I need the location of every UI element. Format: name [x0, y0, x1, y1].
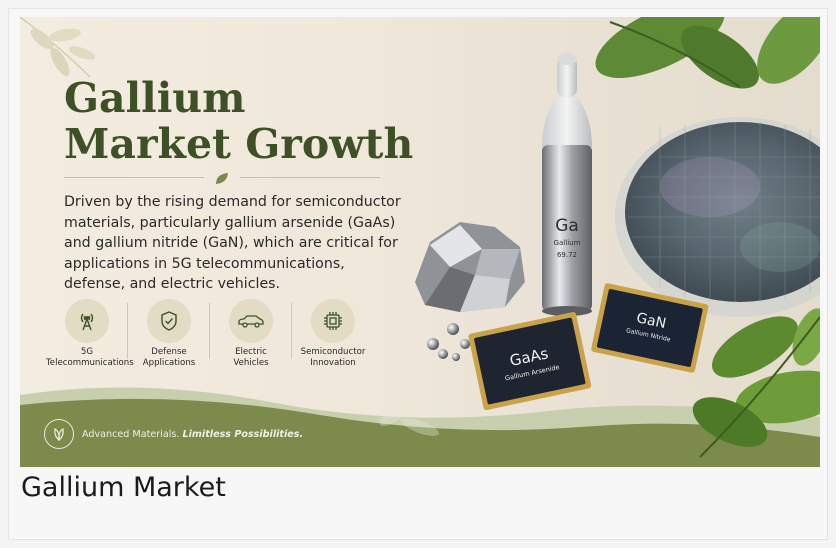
feature-defense-label: Defense Applications — [142, 347, 196, 368]
gaas-chip: GaAs Gallium Arsenide — [468, 311, 592, 411]
chip-icon — [311, 299, 355, 343]
feature-defense: Defense Applications — [127, 299, 210, 379]
car-icon — [229, 299, 273, 343]
feature-semiconductor-label: Semiconductor Innovation — [300, 347, 366, 368]
feature-ev-label: Electric Vehicles — [233, 347, 269, 368]
banner-title: Gallium Market Growth — [64, 75, 413, 167]
banner-tagline: Advanced Materials. Limitless Possibilit… — [82, 429, 303, 440]
feature-list: 5G Telecommunications Defense Applicatio… — [46, 299, 391, 379]
feature-semiconductor: Semiconductor Innovation — [291, 299, 374, 379]
gallium-vial: Ga Gallium 69.72 — [542, 53, 592, 316]
vial-mass: 69.72 — [557, 251, 577, 259]
feature-5g-label: 5G Telecommunications — [46, 347, 134, 368]
leaves-top-right — [595, 17, 820, 89]
leaf-emblem-icon — [44, 419, 74, 449]
vial-symbol: Ga — [555, 216, 579, 236]
tagline-bold: Limitless Possibilities. — [182, 429, 304, 440]
image-caption: Gallium Market — [21, 472, 226, 503]
wafer-dish — [615, 117, 820, 317]
banner-title-line2: Market Growth — [64, 120, 414, 168]
title-divider — [64, 171, 384, 185]
vial-name: Gallium — [554, 239, 581, 247]
divider-line-left — [64, 177, 204, 178]
gallium-rock — [415, 222, 525, 312]
tagline-plain: Advanced Materials. — [82, 429, 183, 440]
banner-description: Driven by the rising demand for semicond… — [64, 194, 401, 292]
banner-title-line1: Gallium — [64, 74, 246, 122]
leaf-icon — [214, 171, 230, 190]
shield-check-icon — [147, 299, 191, 343]
feature-5g: 5G Telecommunications — [46, 299, 134, 379]
feature-ev: Electric Vehicles — [209, 299, 292, 379]
divider-line-right — [240, 177, 380, 178]
leaf-sprig-top-left — [20, 17, 96, 78]
antenna-icon — [65, 299, 109, 343]
gallium-beads — [427, 323, 470, 361]
gallium-banner-image: Ga Gallium 69.72 GaAs Gallium Arsenide G… — [20, 17, 820, 467]
